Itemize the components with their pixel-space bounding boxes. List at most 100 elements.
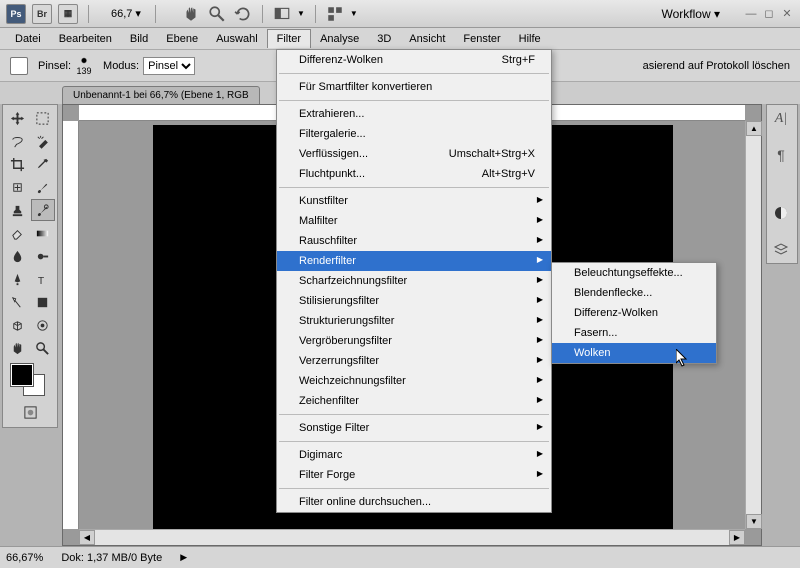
- screen-mode-icon[interactable]: [273, 5, 291, 23]
- menu-auswahl[interactable]: Auswahl: [207, 30, 267, 48]
- type-tool[interactable]: T: [31, 268, 55, 290]
- zoom-select[interactable]: 66,7▾: [107, 6, 145, 21]
- healing-tool[interactable]: [5, 176, 29, 198]
- filter-vergroeberung[interactable]: Vergröberungsfilter: [277, 331, 551, 351]
- menu-filter[interactable]: Filter: [267, 29, 311, 48]
- menu-hilfe[interactable]: Hilfe: [510, 30, 550, 48]
- filter-digimarc[interactable]: Digimarc: [277, 445, 551, 465]
- paragraph-panel-icon[interactable]: ¶: [770, 144, 792, 166]
- lasso-tool[interactable]: [5, 130, 29, 152]
- menu-ansicht[interactable]: Ansicht: [400, 30, 454, 48]
- stamp-tool[interactable]: [5, 199, 29, 221]
- 3d-tool[interactable]: [5, 314, 29, 336]
- maximize-button[interactable]: ◻: [762, 7, 776, 21]
- filter-dropdown: Differenz-WolkenStrg+F Für Smartfilter k…: [276, 49, 552, 513]
- chevron-right-icon[interactable]: ▶: [180, 552, 187, 563]
- filter-strukturierung[interactable]: Strukturierungsfilter: [277, 311, 551, 331]
- chevron-down-icon[interactable]: ▼: [297, 9, 305, 18]
- menu-fenster[interactable]: Fenster: [454, 30, 509, 48]
- menu-ebene[interactable]: Ebene: [157, 30, 207, 48]
- wand-tool[interactable]: [31, 130, 55, 152]
- filter-galerie[interactable]: Filtergalerie...: [277, 124, 551, 144]
- filter-weichzeichnung[interactable]: Weichzeichnungsfilter: [277, 371, 551, 391]
- filter-smartconvert[interactable]: Für Smartfilter konvertieren: [277, 77, 551, 97]
- menu-analyse[interactable]: Analyse: [311, 30, 368, 48]
- sub-beleuchtung[interactable]: Beleuchtungseffekte...: [552, 263, 716, 283]
- chevron-down-icon: ▾: [135, 7, 141, 20]
- filter-online[interactable]: Filter online durchsuchen...: [277, 492, 551, 512]
- menu-bar: Datei Bearbeiten Bild Ebene Auswahl Filt…: [0, 28, 800, 50]
- shape-tool[interactable]: [31, 291, 55, 313]
- bridge-icon[interactable]: Br: [32, 4, 52, 24]
- filter-stilisierung[interactable]: Stilisierungsfilter: [277, 291, 551, 311]
- dodge-tool[interactable]: [31, 245, 55, 267]
- separator: [155, 5, 156, 23]
- filter-scharfzeichnung[interactable]: Scharfzeichnungsfilter: [277, 271, 551, 291]
- brush-tool[interactable]: [31, 176, 55, 198]
- sub-blendenflecke[interactable]: Blendenflecke...: [552, 283, 716, 303]
- adjustments-panel-icon[interactable]: [770, 202, 792, 224]
- scrollbar-vertical[interactable]: ▲▼: [745, 121, 761, 529]
- pen-tool[interactable]: [5, 268, 29, 290]
- filter-zeichenfilter[interactable]: Zeichenfilter: [277, 391, 551, 411]
- filter-renderfilter[interactable]: Renderfilter: [277, 251, 551, 271]
- filter-rauschfilter[interactable]: Rauschfilter: [277, 231, 551, 251]
- gradient-tool[interactable]: [31, 222, 55, 244]
- chevron-down-icon[interactable]: ▼: [350, 9, 358, 18]
- zoom-tool[interactable]: [31, 337, 55, 359]
- status-zoom[interactable]: 66,67%: [6, 552, 43, 564]
- film-icon[interactable]: ▦: [58, 4, 78, 24]
- move-tool[interactable]: [5, 107, 29, 129]
- filter-extrahieren[interactable]: Extrahieren...: [277, 104, 551, 124]
- sub-differenz-wolken[interactable]: Differenz-Wolken: [552, 303, 716, 323]
- filter-sonstige[interactable]: Sonstige Filter: [277, 418, 551, 438]
- eraser-tool[interactable]: [5, 222, 29, 244]
- fg-color[interactable]: [11, 364, 33, 386]
- scrollbar-horizontal[interactable]: ◀▶: [79, 529, 745, 545]
- blur-tool[interactable]: [5, 245, 29, 267]
- rotate-icon[interactable]: [234, 5, 252, 23]
- menu-3d[interactable]: 3D: [368, 30, 400, 48]
- menu-bearbeiten[interactable]: Bearbeiten: [50, 30, 121, 48]
- separator: [315, 5, 316, 23]
- filter-last[interactable]: Differenz-WolkenStrg+F: [277, 50, 551, 70]
- filter-kunstfilter[interactable]: Kunstfilter: [277, 191, 551, 211]
- menu-datei[interactable]: Datei: [6, 30, 50, 48]
- menu-bild[interactable]: Bild: [121, 30, 157, 48]
- tool-preset[interactable]: [10, 57, 28, 75]
- eyedropper-tool[interactable]: [31, 153, 55, 175]
- crop-tool[interactable]: [5, 153, 29, 175]
- character-panel-icon[interactable]: A|: [770, 108, 792, 130]
- filter-malfilter[interactable]: Malfilter: [277, 211, 551, 231]
- marquee-tool[interactable]: [31, 107, 55, 129]
- hand-icon[interactable]: [182, 5, 200, 23]
- sub-fasern[interactable]: Fasern...: [552, 323, 716, 343]
- minimize-button[interactable]: —: [744, 7, 758, 21]
- history-brush-tool[interactable]: [31, 199, 55, 221]
- filter-verzerrung[interactable]: Verzerrungsfilter: [277, 351, 551, 371]
- layers-panel-icon[interactable]: [770, 238, 792, 260]
- separator: [262, 5, 263, 23]
- arrange-icon[interactable]: [326, 5, 344, 23]
- filter-verfluessigen[interactable]: Verflüssigen...Umschalt+Strg+X: [277, 144, 551, 164]
- color-swatches[interactable]: [5, 360, 55, 398]
- path-tool[interactable]: [5, 291, 29, 313]
- options-right-text: asierend auf Protokoll löschen: [643, 60, 790, 72]
- filter-forge[interactable]: Filter Forge: [277, 465, 551, 485]
- workspace-switcher[interactable]: Workflow ▾: [654, 5, 728, 23]
- status-bar: 66,67% Dok: 1,37 MB/0 Byte ▶: [0, 546, 800, 568]
- title-bar: Ps Br ▦ 66,7▾ ▼ ▼ Workflow ▾ — ◻ ✕: [0, 0, 800, 28]
- svg-text:T: T: [38, 276, 45, 287]
- 3d-camera-tool[interactable]: [31, 314, 55, 336]
- hand-tool[interactable]: [5, 337, 29, 359]
- quickmask-tool[interactable]: [18, 401, 42, 423]
- modus-select[interactable]: Pinsel: [143, 57, 195, 75]
- zoom-icon[interactable]: [208, 5, 226, 23]
- sub-wolken[interactable]: Wolken: [552, 343, 716, 363]
- brush-label: Pinsel:139: [38, 55, 93, 76]
- brush-preview-icon[interactable]: [75, 55, 93, 66]
- close-button[interactable]: ✕: [780, 7, 794, 21]
- ps-icon[interactable]: Ps: [6, 4, 26, 24]
- filter-fluchtpunkt[interactable]: Fluchtpunkt...Alt+Strg+V: [277, 164, 551, 184]
- document-tab[interactable]: Unbenannt-1 bei 66,7% (Ebene 1, RGB: [62, 86, 260, 104]
